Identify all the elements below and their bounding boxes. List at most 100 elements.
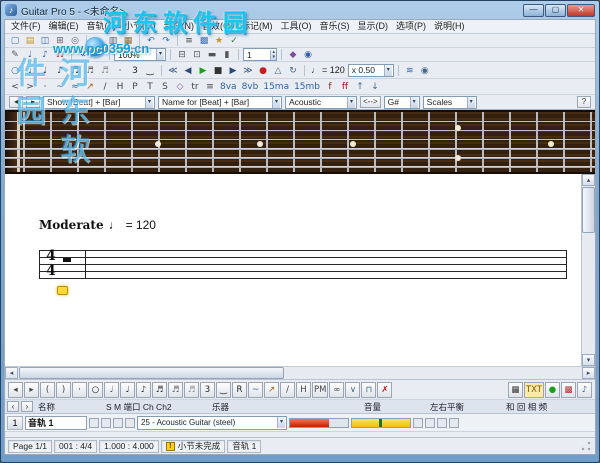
record-button[interactable]: ● xyxy=(256,64,270,77)
menu-track[interactable]: 音轨(T) xyxy=(83,20,121,33)
downstroke-button[interactable]: ⊓ xyxy=(361,382,376,398)
slide-button[interactable]: / xyxy=(98,80,112,93)
dot-button[interactable]: · xyxy=(72,382,87,398)
marker-list-button[interactable]: ◆ xyxy=(286,48,300,61)
menu-file[interactable]: 文件(F) xyxy=(7,20,45,33)
tremolo-picking-button[interactable]: ≡ xyxy=(203,80,217,93)
scroll-down-icon[interactable]: ▾ xyxy=(582,354,595,366)
copy-button[interactable]: ▥ xyxy=(106,34,120,47)
scroll-up-icon[interactable]: ▴ xyxy=(582,174,595,186)
fade-in-button[interactable]: < xyxy=(8,80,22,93)
instrument-sound-select[interactable]: Acoustic ▾ xyxy=(285,96,357,109)
horizontal-scrollbar[interactable]: ◂ ▸ xyxy=(5,366,595,379)
string-5[interactable] xyxy=(5,157,595,159)
upstroke-button[interactable]: ∨ xyxy=(345,382,360,398)
note-edit-button[interactable]: ✎ xyxy=(8,48,22,61)
chord-diagram-button[interactable]: ▦ xyxy=(508,382,523,398)
file-info-button[interactable]: ◉ xyxy=(301,48,315,61)
tie-button[interactable]: ‿ xyxy=(216,382,231,398)
menu-view[interactable]: 显示(D) xyxy=(354,20,393,33)
goto-start-button[interactable]: « xyxy=(76,48,90,61)
tie-button[interactable]: ‿ xyxy=(143,64,157,77)
maximize-button[interactable]: ▢ xyxy=(545,4,566,17)
triplet-button[interactable]: 3 xyxy=(128,64,142,77)
wizard-button[interactable]: ★ xyxy=(212,34,226,47)
string-1[interactable] xyxy=(5,121,595,122)
slap-button[interactable]: S xyxy=(158,80,172,93)
delete-beat-button[interactable]: ♬ xyxy=(53,48,67,61)
key-select[interactable]: G# ▾ xyxy=(384,96,420,109)
cut-button[interactable]: ✂ xyxy=(91,34,105,47)
thirtysecond-note-button[interactable]: ♬ xyxy=(168,382,183,398)
mix-table-button[interactable]: ▩ xyxy=(561,382,576,398)
palm-mute-button[interactable]: PM xyxy=(312,382,328,398)
whole-note-button[interactable]: ○ xyxy=(88,382,103,398)
help-button[interactable]: ? xyxy=(577,96,591,108)
track-row[interactable]: 1 音轨 1 25 - Acoustic Guitar (steel) ▾ xyxy=(5,414,595,432)
octave-15mb-button[interactable]: 15mb xyxy=(292,80,322,93)
mute-checkbox[interactable] xyxy=(101,418,111,428)
track-number[interactable]: 1 xyxy=(7,416,23,430)
stop-button[interactable]: ■ xyxy=(211,64,225,77)
fretboard[interactable] xyxy=(5,110,595,174)
menu-tools[interactable]: 工具(O) xyxy=(277,20,316,33)
phaser-knob[interactable] xyxy=(437,418,447,428)
staccato-button[interactable]: · xyxy=(38,80,52,93)
play-button[interactable]: ▶ xyxy=(196,64,210,77)
track-name[interactable]: 音轨 1 xyxy=(25,416,87,430)
track-next-button[interactable]: › xyxy=(21,401,33,412)
port-cell[interactable] xyxy=(113,418,123,428)
solo-checkbox[interactable] xyxy=(89,418,99,428)
scroll-right-icon[interactable]: ▸ xyxy=(582,367,595,379)
dynamic-ff-button[interactable]: ff xyxy=(338,80,352,93)
menu-effects[interactable]: 音效(O) xyxy=(198,20,237,33)
resize-grip[interactable] xyxy=(580,440,592,452)
menu-options[interactable]: 选项(P) xyxy=(392,20,430,33)
dotted-note-button[interactable]: · xyxy=(113,64,127,77)
sixtyfourth-note-button[interactable]: ♬ xyxy=(98,64,112,77)
next-beat-button[interactable]: ▸ xyxy=(24,382,39,398)
bend-button[interactable]: ↗ xyxy=(264,382,279,398)
print-preview-button[interactable]: ◎ xyxy=(68,34,82,47)
volume-slider[interactable] xyxy=(289,418,349,428)
octave-8vb-button[interactable]: 8vb xyxy=(240,80,261,93)
score-settings-button[interactable]: ≡ xyxy=(182,34,196,47)
last-bar-button[interactable]: ≫ xyxy=(241,64,255,77)
rse-button[interactable]: ≋ xyxy=(403,64,417,77)
string-4[interactable] xyxy=(5,148,595,150)
multitrack-view-button[interactable]: ▩ xyxy=(197,34,211,47)
next-bar-button[interactable]: ▶ xyxy=(226,64,240,77)
scales-select[interactable]: Scales ▾ xyxy=(423,96,477,109)
vertical-view-button[interactable]: ▮ xyxy=(220,48,234,61)
slide-button[interactable]: / xyxy=(280,382,295,398)
minimize-button[interactable]: — xyxy=(523,4,544,17)
menu-edit[interactable]: 编辑(E) xyxy=(45,20,83,33)
left-parenthesis-button[interactable]: ( xyxy=(40,382,55,398)
insert-note-button[interactable]: ♩ xyxy=(23,48,37,61)
scroll-left-icon[interactable]: ◂ xyxy=(5,367,18,379)
name-beat-select[interactable]: Name for [Beat] + [Bar] ▾ xyxy=(158,96,282,109)
paste-button[interactable]: ▦ xyxy=(121,34,135,47)
tapping-button[interactable]: T xyxy=(143,80,157,93)
harmonic-button[interactable]: ◇ xyxy=(173,80,187,93)
trill-button[interactable]: tr xyxy=(188,80,202,93)
whole-note-button[interactable]: ○ xyxy=(8,64,22,77)
string-3[interactable] xyxy=(5,139,595,140)
arpeggio-up-button[interactable]: ↑ xyxy=(353,80,367,93)
horizontal-scroll-thumb[interactable] xyxy=(19,367,284,379)
menu-note[interactable]: 音符(N) xyxy=(160,20,199,33)
menu-markers[interactable]: 标记(M) xyxy=(237,20,277,33)
undo-button[interactable]: ↶ xyxy=(144,34,158,47)
vibrato-button[interactable]: ~ xyxy=(248,382,263,398)
page-spinner[interactable]: 1 ▴▾ xyxy=(243,48,277,61)
spin-down-icon[interactable]: ▾ xyxy=(272,55,275,60)
string-2[interactable] xyxy=(5,130,595,131)
instrument-select[interactable]: 25 - Acoustic Guitar (steel) ▾ xyxy=(137,416,287,430)
thirtysecond-note-button[interactable]: ♬ xyxy=(83,64,97,77)
range-button[interactable]: <--> xyxy=(360,96,381,108)
hammer-on-button[interactable]: H xyxy=(296,382,311,398)
staff[interactable]: 4 4 xyxy=(39,250,567,279)
check-bars-button[interactable]: ✓ xyxy=(227,34,241,47)
print-button[interactable]: ⊞ xyxy=(53,34,67,47)
wide-vibrato-button[interactable]: ≈ xyxy=(68,80,82,93)
